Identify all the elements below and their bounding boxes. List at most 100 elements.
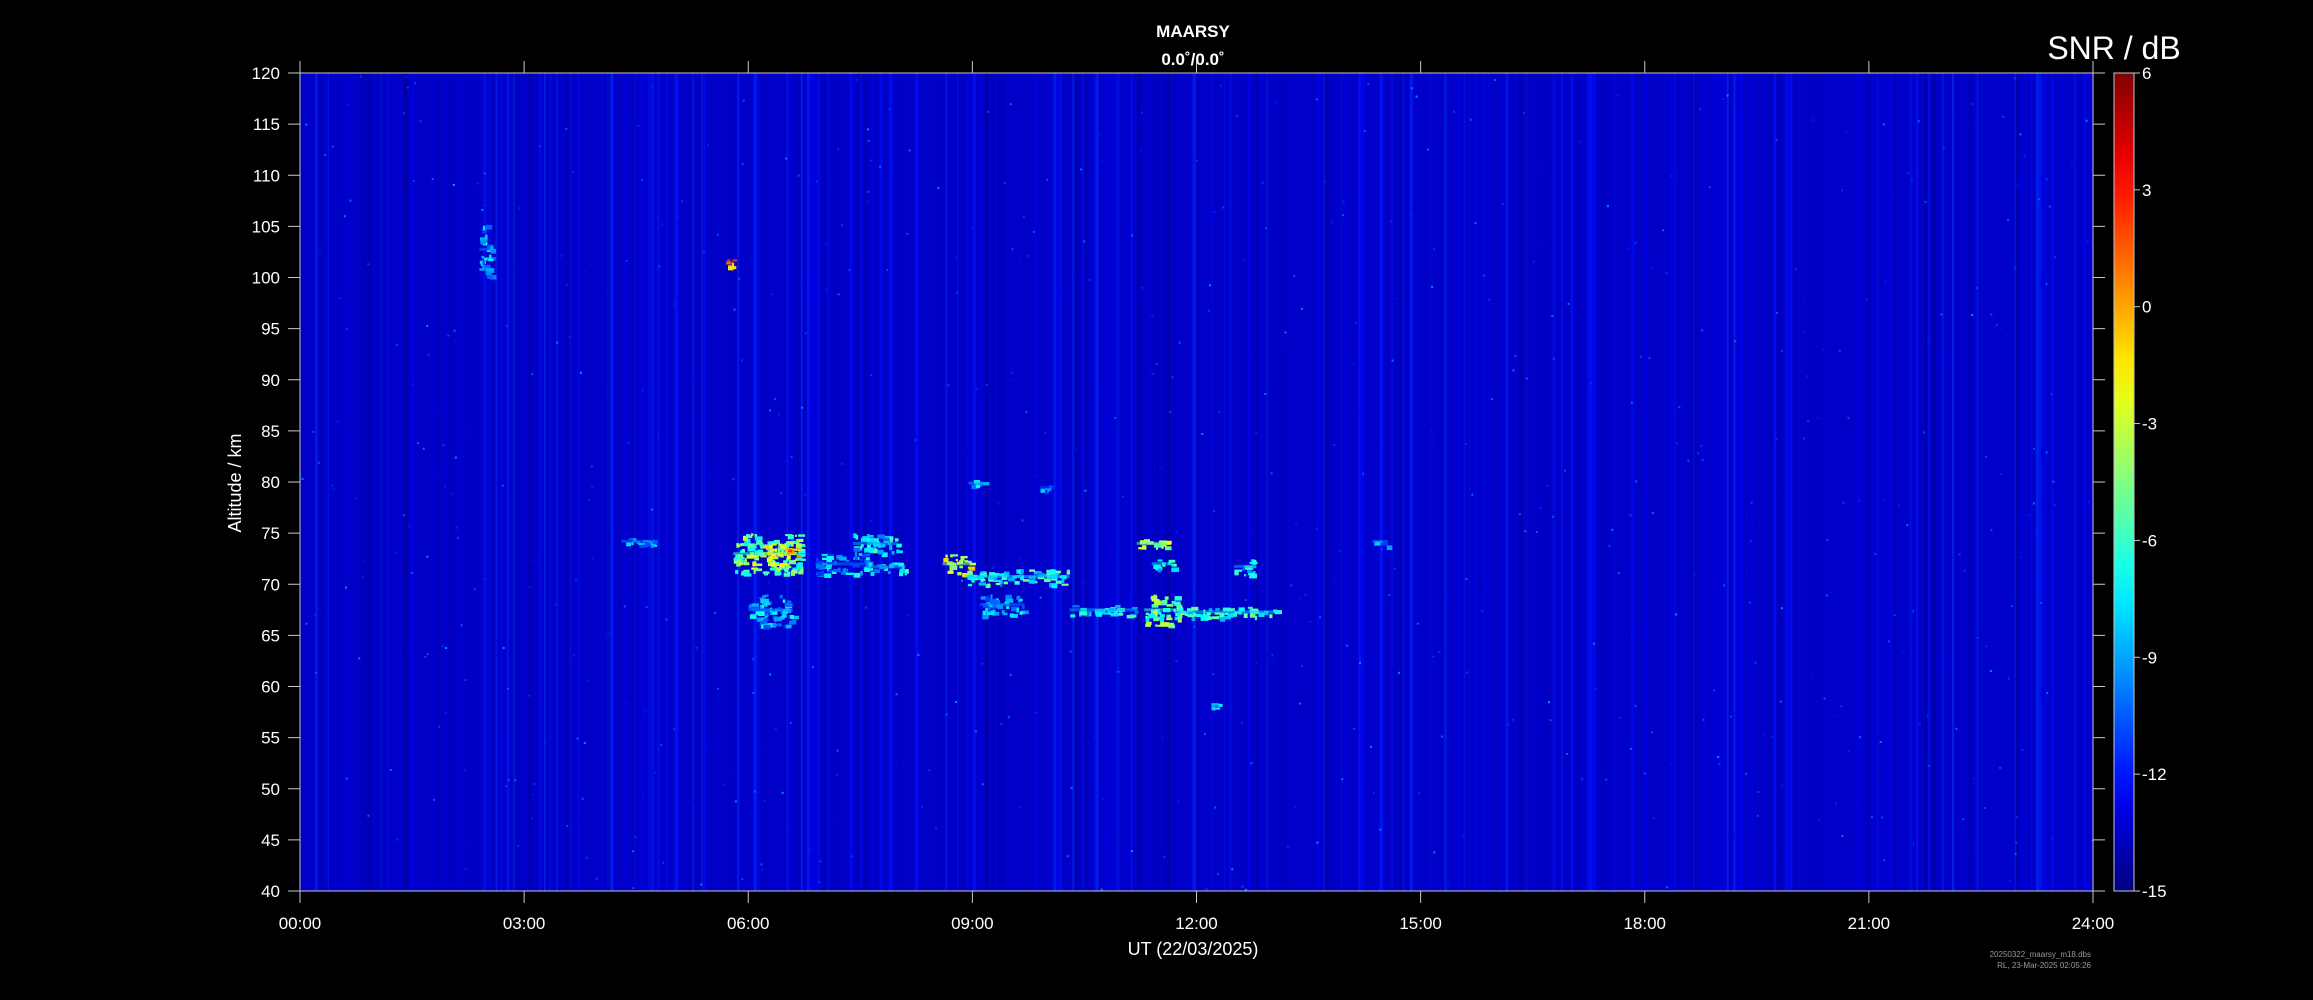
noise-speckle <box>396 343 398 346</box>
noise-speckle <box>1217 873 1219 876</box>
noise-speckle <box>1634 704 1637 707</box>
noise-speckle <box>645 605 648 608</box>
noise-speckle <box>452 183 455 186</box>
echo-cell <box>1028 579 1036 584</box>
noise-speckle <box>1241 885 1244 888</box>
noise-stripe <box>1420 73 1423 891</box>
noise-speckle <box>823 242 826 245</box>
noise-speckle <box>554 603 557 606</box>
noise-speckle <box>1358 657 1361 660</box>
echo-cell <box>869 538 874 542</box>
y-tick-label: 105 <box>252 217 280 236</box>
echo-cell <box>763 618 769 622</box>
noise-speckle <box>517 270 520 273</box>
noise-speckle <box>1453 110 1456 113</box>
noise-stripe <box>1932 73 1936 891</box>
noise-speckle <box>312 430 315 433</box>
noise-stripe <box>1712 73 1715 891</box>
echo-cell <box>774 548 778 552</box>
noise-speckle <box>465 868 467 870</box>
echo-cell <box>758 611 765 616</box>
noise-speckle <box>1803 297 1806 300</box>
echo-cell <box>639 545 648 548</box>
noise-stripe <box>1443 73 1447 891</box>
echo-cell <box>1153 618 1159 622</box>
noise-stripe <box>1116 73 1120 891</box>
noise-stripe <box>1368 73 1371 891</box>
noise-speckle <box>1014 775 1017 778</box>
noise-speckle <box>2019 556 2022 559</box>
noise-speckle <box>974 730 977 733</box>
noise-speckle <box>1319 616 1322 619</box>
noise-speckle <box>2045 282 2048 285</box>
noise-speckle <box>1410 214 1412 217</box>
noise-speckle <box>2007 677 2010 680</box>
noise-stripe <box>1856 73 1860 891</box>
noise-speckle <box>742 99 745 102</box>
noise-speckle <box>867 128 869 131</box>
noise-speckle <box>1117 670 1120 673</box>
noise-speckle <box>2033 447 2035 450</box>
echo-cell <box>791 619 797 625</box>
echo-cell <box>488 259 494 262</box>
noise-stripe <box>1817 73 1819 891</box>
noise-speckle <box>626 702 628 705</box>
noise-speckle <box>1754 661 1757 664</box>
noise-speckle <box>1265 227 1268 230</box>
noise-speckle <box>1775 139 1778 142</box>
echo-cell <box>626 542 632 547</box>
colorbar-tick-label: -15 <box>2142 882 2167 901</box>
noise-speckle <box>2028 514 2031 516</box>
noise-stripe <box>2049 73 2051 891</box>
noise-speckle <box>1070 787 1073 790</box>
echo-cell <box>757 549 764 553</box>
noise-speckle <box>885 639 888 642</box>
noise-stripe <box>900 73 902 891</box>
noise-speckle <box>544 740 547 743</box>
echo-cell <box>1211 707 1216 711</box>
noise-speckle <box>330 484 333 487</box>
noise-speckle <box>1717 756 1720 758</box>
noise-speckle <box>625 268 628 271</box>
y-tick-label: 60 <box>261 678 280 697</box>
noise-stripe <box>1511 73 1514 891</box>
noise-speckle <box>410 572 413 575</box>
noise-speckle <box>1817 819 1820 822</box>
noise-speckle <box>1116 551 1119 554</box>
noise-speckle <box>531 793 534 796</box>
echo-cell <box>1243 613 1248 618</box>
noise-speckle <box>348 769 351 772</box>
noise-speckle <box>1579 140 1582 143</box>
noise-speckle <box>1567 302 1570 305</box>
noise-stripe <box>1569 73 1572 891</box>
echo-core <box>1136 541 1167 545</box>
echo-cell <box>789 560 792 563</box>
noise-speckle <box>1218 410 1221 413</box>
noise-speckle <box>1651 266 1654 269</box>
noise-speckle <box>1087 741 1090 744</box>
echo-cell <box>1130 614 1137 618</box>
noise-speckle <box>804 332 807 335</box>
noise-stripe <box>957 73 959 891</box>
colorbar-tick-label: 6 <box>2142 64 2151 83</box>
noise-speckle <box>1359 661 1361 664</box>
noise-speckle <box>947 384 950 387</box>
echo-cell <box>818 565 825 570</box>
noise-stripe <box>1341 73 1343 891</box>
noise-speckle <box>1441 735 1444 738</box>
noise-speckle <box>769 409 771 412</box>
echo-cell <box>1204 614 1209 619</box>
noise-stripe <box>1911 73 1914 891</box>
noise-speckle <box>824 288 827 291</box>
noise-speckle <box>1708 186 1711 189</box>
noise-speckle <box>1536 531 1538 533</box>
echo-cell <box>987 608 991 612</box>
noise-stripe <box>509 73 512 891</box>
colorbar: 6 3 0 -3 -6 -9 -12 -15 <box>2113 64 2167 901</box>
noise-speckle <box>1634 242 1637 245</box>
echo-cell <box>798 534 806 537</box>
colorbar-tick-label: -9 <box>2142 648 2157 667</box>
noise-speckle <box>431 178 434 180</box>
noise-stripe <box>1893 73 1897 891</box>
echo-cell <box>1176 601 1181 606</box>
